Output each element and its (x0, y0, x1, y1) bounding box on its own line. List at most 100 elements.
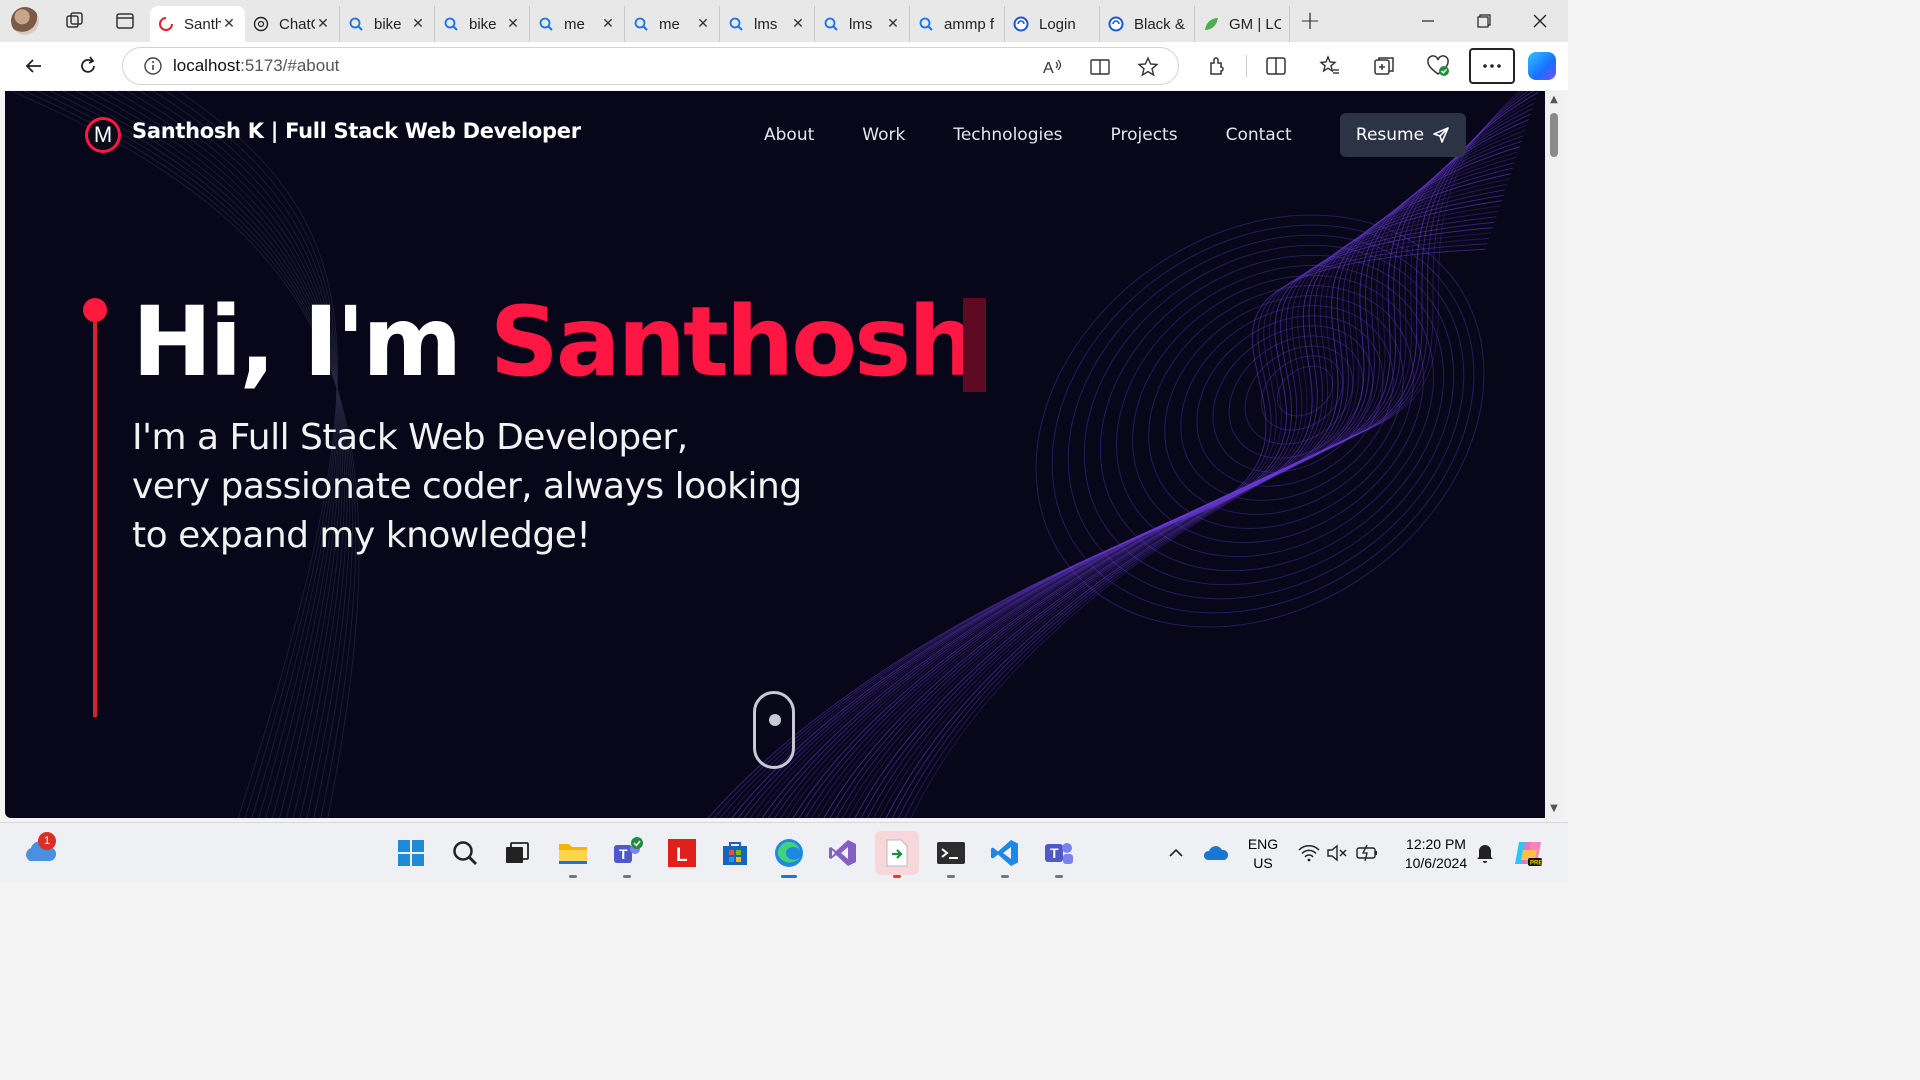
onedrive-icon[interactable] (1194, 831, 1238, 875)
scroll-up-arrow-icon[interactable]: ▲ (1549, 95, 1559, 105)
language-indicator[interactable]: ENG US (1243, 835, 1283, 873)
teams-work-icon[interactable]: T (1037, 831, 1081, 878)
taskbar-search-icon[interactable] (443, 831, 487, 875)
microsoft-store-icon[interactable] (713, 831, 757, 875)
site-nav: About Work Technologies Projects Contact (740, 113, 1316, 157)
language-region: US (1253, 855, 1273, 871)
resume-button[interactable]: Resume (1340, 113, 1466, 157)
minimize-button[interactable] (1400, 0, 1456, 42)
show-hidden-icons-chevron-icon[interactable] (1154, 831, 1198, 875)
close-tab-icon[interactable]: ✕ (885, 16, 901, 32)
restore-button[interactable] (1456, 0, 1512, 42)
notifications-bell-icon[interactable] (1463, 831, 1507, 875)
browser-tab[interactable]: lms ✕ (720, 6, 815, 42)
windows-taskbar: T L T ENG US 12:20 PM 10/6/2024 PRE (0, 822, 1568, 882)
terminal-icon[interactable] (929, 831, 973, 878)
favorites-icon[interactable] (1303, 46, 1357, 86)
mouse-wheel (769, 714, 781, 726)
split-screen-icon[interactable] (1249, 46, 1303, 86)
site-icon (1013, 16, 1029, 32)
wave-line (866, 108, 1533, 818)
close-window-button[interactable] (1512, 0, 1568, 42)
browser-essentials-icon[interactable] (1411, 46, 1465, 86)
visual-studio-icon[interactable] (821, 831, 865, 875)
close-tab-icon[interactable]: ✕ (600, 16, 616, 32)
search-icon (728, 16, 744, 32)
address-bar[interactable]: localhost:5173/#about A (122, 47, 1179, 85)
window-controls (1400, 0, 1568, 42)
app-installer-icon[interactable] (875, 831, 919, 878)
wave-line (885, 92, 1539, 818)
close-tab-icon[interactable]: ✕ (410, 16, 426, 32)
browser-tab[interactable]: Login (1005, 6, 1100, 42)
browser-tab[interactable]: me ✕ (625, 6, 720, 42)
browser-tab[interactable]: me ✕ (530, 6, 625, 42)
resume-label: Resume (1355, 125, 1425, 145)
lexis-app-icon[interactable]: L (660, 831, 704, 875)
browser-tab[interactable]: Santhosh K✕ (150, 6, 245, 42)
wave-line (823, 146, 1520, 818)
collections-icon[interactable] (1357, 46, 1411, 86)
profile-avatar (11, 7, 39, 35)
close-tab-icon[interactable]: ✕ (315, 16, 331, 32)
nav-technologies[interactable]: Technologies (953, 125, 1062, 145)
browser-tab[interactable]: bike ✕ (340, 6, 435, 42)
browser-tab[interactable]: ammp f (910, 6, 1005, 42)
read-aloud-icon[interactable]: A (1028, 56, 1076, 78)
wave-contour (1244, 345, 1354, 445)
tab-title: ammp f (944, 15, 995, 33)
browser-tab[interactable]: bike ✕ (435, 6, 530, 42)
tab-title: ChatGPT (279, 15, 315, 33)
favorite-star-icon[interactable] (1124, 56, 1172, 78)
wave-line (829, 140, 1522, 818)
profile-button[interactable] (0, 0, 50, 42)
copilot-icon[interactable] (1515, 46, 1569, 86)
browser-tab[interactable]: ChatGPT✕ (245, 6, 340, 42)
hero-subtitle-line: I'm a Full Stack Web Developer, (132, 417, 688, 458)
nav-work[interactable]: Work (862, 125, 905, 145)
task-view-icon[interactable] (495, 831, 539, 875)
page-viewport: M Santhosh K | Full Stack Web Developer … (5, 91, 1545, 818)
browser-tab[interactable]: GM | LO (1195, 6, 1290, 42)
immersive-reader-icon[interactable] (1076, 56, 1124, 78)
page-scrollbar[interactable]: ▲ ▼ (1546, 91, 1562, 818)
hero-name: Santhosh (489, 286, 977, 398)
workspaces-icon[interactable] (50, 0, 100, 42)
nav-contact[interactable]: Contact (1226, 125, 1292, 145)
wave-line (810, 156, 1517, 818)
file-explorer-icon[interactable] (551, 831, 595, 878)
close-tab-icon[interactable]: ✕ (221, 16, 237, 32)
close-tab-icon[interactable]: ✕ (695, 16, 711, 32)
hero-heading: Hi, I'm Santhosh (132, 286, 977, 398)
battery-charging-icon[interactable] (1345, 831, 1389, 875)
site-logo[interactable]: M (85, 117, 121, 153)
teams-icon[interactable]: T (605, 831, 649, 878)
new-tab-button[interactable]: + (1290, 0, 1330, 42)
scroll-down-arrow-icon[interactable]: ▼ (1549, 804, 1559, 814)
scrollbar-thumb[interactable] (1550, 113, 1558, 157)
copilot-preview-icon[interactable]: PRE (1506, 831, 1550, 875)
nav-about[interactable]: About (764, 125, 814, 145)
site-title[interactable]: Santhosh K | Full Stack Web Developer (132, 119, 581, 143)
svg-text:A: A (1043, 60, 1054, 77)
vscode-icon[interactable] (983, 831, 1027, 878)
refresh-button[interactable] (64, 46, 112, 86)
send-icon (1433, 127, 1449, 143)
url-text[interactable]: localhost:5173/#about (173, 56, 339, 76)
browser-tab[interactable]: Black & (1100, 6, 1195, 42)
browser-tab[interactable]: lms ✕ (815, 6, 910, 42)
logo-letter: M (88, 120, 118, 150)
start-button[interactable] (389, 831, 433, 875)
close-tab-icon[interactable]: ✕ (790, 16, 806, 32)
site-info-icon[interactable] (133, 56, 173, 76)
scroll-down-mouse-icon[interactable] (753, 691, 795, 769)
settings-more-button[interactable] (1469, 48, 1515, 84)
nav-projects[interactable]: Projects (1111, 125, 1178, 145)
tab-actions-icon[interactable] (100, 0, 150, 42)
search-icon (348, 16, 364, 32)
close-tab-icon[interactable]: ✕ (505, 16, 521, 32)
back-button[interactable] (10, 46, 58, 86)
extensions-icon[interactable] (1190, 46, 1244, 86)
edge-browser-icon[interactable] (767, 831, 811, 878)
search-icon (538, 16, 554, 32)
